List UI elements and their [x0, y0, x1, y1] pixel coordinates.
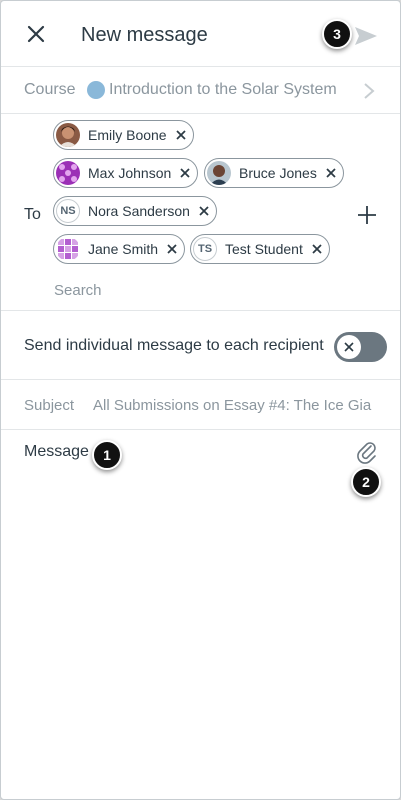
recipient-chip[interactable]: Max Johnson: [53, 158, 199, 188]
remove-icon[interactable]: [166, 243, 178, 255]
avatar-initials: NS: [56, 199, 80, 223]
toggle-knob: [337, 335, 361, 359]
recipient-name: Jane Smith: [88, 241, 159, 257]
recipient-chip[interactable]: Emily Boone: [53, 120, 194, 150]
header: New message 3: [1, 1, 400, 67]
course-color-dot: [87, 81, 105, 99]
remove-icon[interactable]: [175, 129, 187, 141]
plus-icon: [358, 206, 376, 224]
recipient-name: Bruce Jones: [239, 165, 317, 181]
subject-field[interactable]: All Submissions on Essay #4: The Ice Gia: [93, 397, 383, 414]
avatar: [56, 237, 80, 261]
course-name: Introduction to the Solar System: [109, 81, 337, 98]
subject-label: Subject: [24, 397, 75, 414]
send-badge: 3: [322, 19, 352, 49]
recipient-chip[interactable]: Bruce Jones: [204, 158, 344, 188]
avatar-initials: TS: [193, 237, 217, 261]
add-recipient-button[interactable]: [357, 205, 377, 225]
message-field[interactable]: Message: [24, 443, 89, 461]
recipient-name: Nora Sanderson: [88, 203, 190, 219]
recipient-chip[interactable]: Jane Smith: [53, 234, 186, 264]
subject-row: Subject All Submissions on Essay #4: The…: [1, 380, 400, 430]
recipient-search-input[interactable]: Search: [54, 282, 102, 299]
avatar: [207, 161, 231, 185]
avatar: [56, 123, 80, 147]
remove-icon[interactable]: [311, 243, 323, 255]
remove-icon[interactable]: [198, 205, 210, 217]
recipient-chip[interactable]: NS Nora Sanderson: [53, 196, 217, 226]
send-icon: [355, 27, 377, 45]
message-badge: 1: [92, 440, 122, 470]
close-icon: [344, 342, 354, 352]
recipient-chip[interactable]: TS Test Student: [190, 234, 330, 264]
individual-message-toggle[interactable]: [334, 332, 387, 362]
to-label: To: [24, 206, 41, 223]
send-button[interactable]: [353, 25, 379, 47]
individual-message-label: Send individual message to each recipien…: [24, 337, 324, 354]
course-label: Course: [24, 81, 76, 98]
paperclip-icon: [357, 442, 376, 464]
recipient-name: Test Student: [225, 241, 303, 257]
avatar: [56, 161, 80, 185]
course-row[interactable]: Course Introduction to the Solar System: [1, 68, 400, 114]
remove-icon[interactable]: [179, 167, 191, 179]
recipient-name: Emily Boone: [88, 127, 167, 143]
attach-button[interactable]: [355, 440, 379, 464]
new-message-screen: New message 3 Course Introduction to the…: [0, 0, 401, 800]
remove-icon[interactable]: [325, 167, 337, 179]
recipients-area: To Emily Boone Max Johnson Bruce Jones N…: [1, 114, 400, 311]
individual-message-row: Send individual message to each recipien…: [1, 311, 400, 380]
recipient-name: Max Johnson: [88, 165, 172, 181]
message-area[interactable]: Message 1 2: [1, 430, 400, 799]
close-button[interactable]: [25, 23, 47, 45]
close-icon: [27, 25, 45, 43]
chevron-right-icon: [363, 82, 375, 100]
page-title: New message: [81, 24, 208, 46]
attach-badge: 2: [351, 467, 381, 497]
